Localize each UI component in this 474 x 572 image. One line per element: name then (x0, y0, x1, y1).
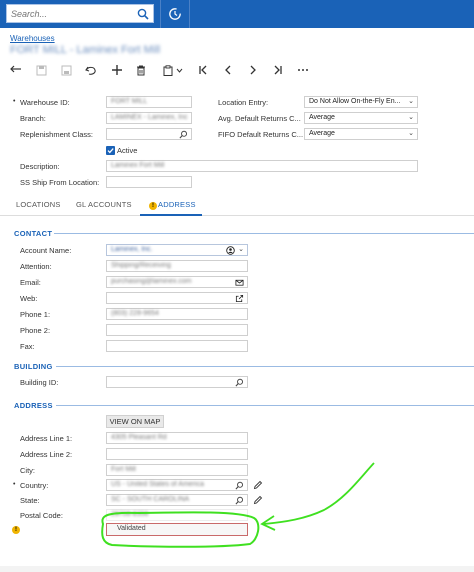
annotation-overlay (101, 462, 375, 548)
annotation-circle (101, 511, 260, 548)
annotation-arrow-shaft (263, 462, 375, 525)
footer-strip (0, 566, 474, 572)
